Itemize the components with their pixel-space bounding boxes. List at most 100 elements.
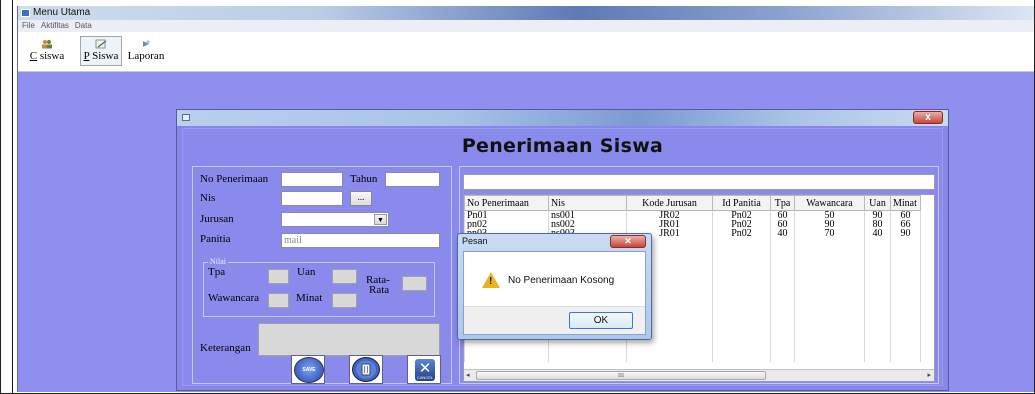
- message-dialog: Pesan ✕ ! No Penerimaan Kosong OK: [457, 233, 652, 340]
- left-border: [1, 0, 13, 393]
- table-cell: 70: [794, 229, 865, 238]
- save-icon: SAVE: [294, 357, 324, 383]
- nis-input[interactable]: [281, 191, 343, 206]
- no-penerimaan-input[interactable]: [281, 172, 343, 187]
- keterangan-label: Keterangan: [200, 342, 251, 354]
- message-title: Pesan: [462, 236, 488, 246]
- table-cell: 90: [864, 210, 891, 220]
- minat-input[interactable]: [332, 293, 357, 308]
- tahun-input[interactable]: [385, 172, 440, 187]
- menu-bar: File Aktifitas Data: [18, 20, 1034, 32]
- panitia-label: Panitia: [200, 233, 231, 245]
- table-cell: [794, 238, 865, 362]
- table-cell: pn02: [464, 220, 549, 229]
- menu-aktifitas[interactable]: Aktifitas: [41, 20, 69, 32]
- table-cell: 80: [864, 220, 891, 229]
- toolbar-laporan-label: Laporan: [127, 50, 165, 62]
- save-button[interactable]: SAVE: [291, 355, 325, 384]
- table-row[interactable]: Pn01 ns001 JR02 Pn02 60 50 90 60: [464, 210, 921, 220]
- uan-input[interactable]: [332, 269, 357, 284]
- column-header[interactable]: Id Panitia: [712, 195, 771, 211]
- message-footer: OK: [464, 306, 645, 334]
- nis-label: Nis: [200, 192, 216, 204]
- dialog-titlebar[interactable]: x: [177, 110, 948, 126]
- scroll-right-icon[interactable]: ▸: [927, 371, 931, 379]
- column-header[interactable]: Tpa: [770, 195, 795, 211]
- table-cell: 60: [890, 210, 921, 220]
- table-cell: Pn02: [712, 210, 771, 220]
- menu-file[interactable]: File: [22, 20, 35, 32]
- nilai-group: Nilai Tpa Uan Rata- Rata Wawancara Minat: [203, 257, 435, 317]
- table-cell: ns002: [548, 220, 627, 229]
- table-cell: 50: [794, 210, 865, 220]
- message-text: No Penerimaan Kosong: [508, 275, 615, 286]
- menu-data[interactable]: Data: [75, 20, 92, 32]
- toolbar-c-siswa-label: C siswa: [29, 50, 65, 62]
- table-cell: 66: [890, 220, 921, 229]
- minat-label: Minat: [296, 292, 323, 304]
- table-cell: 90: [794, 220, 865, 229]
- table-cell: Pn02: [712, 220, 771, 229]
- table-cell: [712, 238, 771, 362]
- close-icon: ✕: [418, 359, 432, 377]
- tahun-label: Tahun: [350, 173, 378, 185]
- ok-button[interactable]: OK: [569, 312, 633, 329]
- table-cell: Pn01: [464, 210, 549, 220]
- window-title: Menu Utama: [33, 7, 91, 18]
- column-header[interactable]: Minat: [890, 195, 921, 211]
- column-header[interactable]: Kode Jurusan: [626, 195, 713, 211]
- toolbar-p-siswa-label: P Siswa: [83, 50, 119, 62]
- people-icon: [42, 40, 52, 49]
- message-close-button[interactable]: ✕: [610, 235, 646, 248]
- jurusan-select[interactable]: ▼: [281, 212, 389, 227]
- dialog-close-button[interactable]: x: [913, 111, 943, 124]
- table-row[interactable]: pn02 ns002 JR01 Pn02 60 90 80 66: [464, 220, 921, 229]
- keterangan-input[interactable]: [258, 323, 440, 356]
- form-panel: No Penerimaan Tahun Nis ... Jurusan ▼ Pa…: [192, 166, 452, 384]
- message-body: ! No Penerimaan Kosong OK: [463, 251, 646, 335]
- delete-button[interactable]: [349, 355, 383, 384]
- report-icon: [143, 40, 150, 47]
- rata-rata-label-2: Rata: [369, 284, 390, 296]
- table-cell: 90: [890, 229, 921, 238]
- search-input[interactable]: [463, 174, 935, 190]
- table-cell: ns001: [548, 210, 627, 220]
- chevron-down-icon[interactable]: ▼: [374, 214, 387, 225]
- wawancara-input[interactable]: [268, 293, 289, 308]
- toolbar-p-siswa-button[interactable]: P Siswa: [80, 36, 122, 66]
- table-cell: 60: [770, 220, 795, 229]
- dialog-icon: [182, 114, 190, 121]
- no-penerimaan-label: No Penerimaan: [200, 173, 269, 185]
- column-header[interactable]: No Penerimaan: [464, 195, 549, 211]
- warning-icon: !: [482, 272, 500, 288]
- screenshot-frame: Menu Utama File Aktifitas Data C siswa P S…: [0, 0, 1035, 394]
- column-header[interactable]: Wawancara: [794, 195, 865, 211]
- table-cell: [770, 238, 795, 362]
- tpa-input[interactable]: [268, 269, 289, 284]
- toolbar-laporan-button[interactable]: Laporan: [124, 36, 168, 66]
- jurusan-label: Jurusan: [200, 213, 234, 225]
- column-header[interactable]: Nis: [548, 195, 627, 211]
- edit-icon: [95, 39, 107, 49]
- column-header[interactable]: Uan: [864, 195, 891, 211]
- uan-label: Uan: [297, 266, 316, 278]
- cancel-button[interactable]: ✕ CANCEL: [407, 355, 441, 384]
- toolbar-c-siswa-button[interactable]: C siswa: [24, 36, 70, 66]
- table-cell: JR01: [626, 220, 713, 229]
- panitia-input[interactable]: mail: [281, 233, 440, 248]
- table-cell: JR02: [626, 210, 713, 220]
- tpa-label: Tpa: [208, 266, 226, 278]
- scroll-left-icon[interactable]: ◂: [466, 371, 470, 379]
- horizontal-scrollbar[interactable]: ◂ III ▸: [464, 369, 934, 381]
- scroll-thumb[interactable]: III: [476, 371, 766, 380]
- rata-rata-input[interactable]: [402, 276, 427, 291]
- table-cell: [864, 238, 891, 362]
- nis-browse-button[interactable]: ...: [350, 191, 372, 206]
- trash-icon: [352, 357, 380, 382]
- table-cell: [890, 238, 921, 362]
- toolbar: C siswa P Siswa Laporan: [18, 32, 1034, 72]
- table-header-row: No Penerimaan Nis Kode Jurusan Id Paniti…: [464, 195, 921, 211]
- table-cell: 60: [770, 210, 795, 220]
- app-icon: [21, 9, 30, 17]
- main-titlebar[interactable]: Menu Utama: [18, 6, 1034, 20]
